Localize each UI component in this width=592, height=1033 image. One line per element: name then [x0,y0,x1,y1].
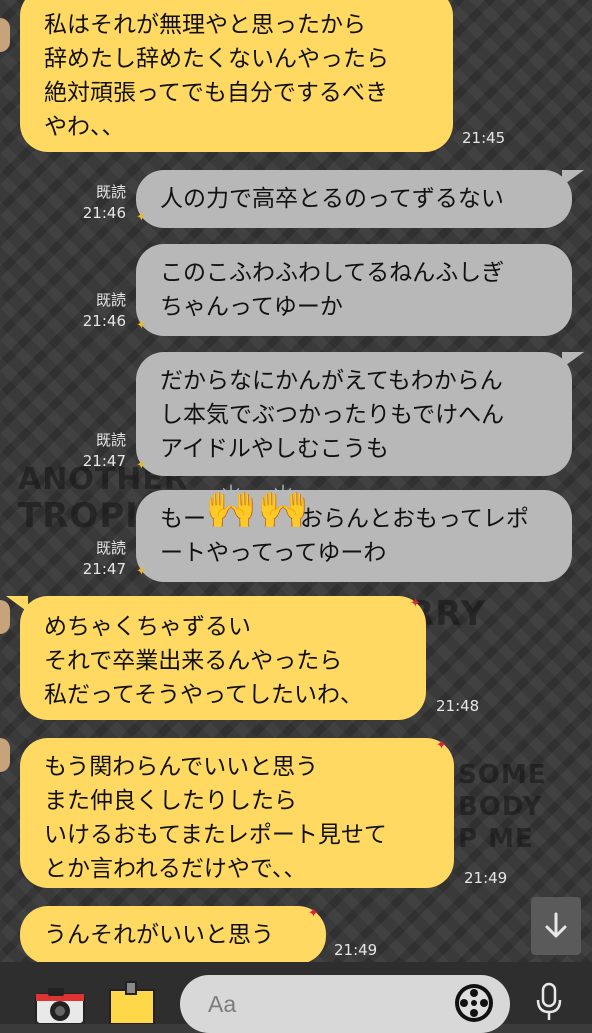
message-time: 21:48 [436,697,480,715]
message-text: 人の力で高卒とるのってずるない [160,186,504,212]
message-time: 21:49 [464,869,508,887]
sparkle-icon: ✦ [436,738,447,753]
message-text: また仲良くしたりしたら [44,788,297,814]
bubble-tail [6,596,28,612]
background-text: SOME [458,760,547,790]
camera-icon [35,988,85,1025]
sparkle-icon: ✦ [136,318,147,333]
message-text: だからなにかんがえてもわからん [160,368,503,394]
photo-icon [109,981,155,1025]
read-receipt: 既読 [95,291,126,309]
message-text: めちゃくちゃずるい [44,614,251,640]
message-input-placeholder: Aa [208,991,237,1017]
bubble-tail [562,352,584,368]
microphone-icon [536,982,562,1020]
incoming-message-bubble[interactable]: もう関わらんでいいと思う また仲良くしたりしたら いけるおもてまたレポート見せて… [20,738,454,888]
camera-button[interactable] [32,984,88,1025]
message-text: おらんとおもってレポ [300,506,529,532]
message-time: 21:47 [82,452,126,470]
message-text: それで卒業出来るんやったら [44,648,343,674]
message-time: 21:45 [462,129,506,147]
outgoing-message-bubble[interactable]: だからなにかんがえてもわからん し本気でぶつかったりもでけへん アイドルやしむこ… [136,352,572,476]
message-text: 辞めたし辞めたくないんやったら [44,46,389,72]
read-receipt: 既読 [95,183,126,201]
message-text: このこふわふわしてるねんふしぎ [160,260,505,286]
sparkle-icon: ✦ [136,210,147,225]
sender-avatar[interactable] [0,738,10,772]
read-receipt: 既読 [95,431,126,449]
sparkle-icon: ✦ [308,906,319,921]
message-text: アイドルやしむこうも [160,436,389,462]
sticker-icon [455,984,493,1022]
background-text: TROPI [18,496,139,536]
message-time: 21:46 [82,312,126,330]
microphone-button[interactable] [534,982,564,1024]
message-text: いけるおもてまたレポート見せて [44,822,387,848]
sparkle-icon: ✦ [136,458,147,473]
message-text: ートやってってゆーわ [160,540,387,566]
incoming-message-bubble[interactable]: 私はそれが無理やと思ったから 辞めたし辞めたくないんやったら 絶対頑張ってでも自… [20,0,453,152]
outgoing-message-bubble[interactable]: もー おらんとおもってレポ ートやってってゆーわ [136,490,572,582]
message-text: ちゃんってゆーか [160,294,343,320]
bubble-tail [562,170,584,186]
scroll-to-bottom-button[interactable] [531,897,581,955]
message-time: 21:49 [334,941,378,959]
raised-hands-emoji: 🙌🙌 [205,482,310,531]
background-text: BODY [458,792,543,822]
message-text: もう関わらんでいいと思う [44,754,319,780]
sender-avatar[interactable] [0,18,10,52]
read-receipt: 既読 [95,539,126,557]
message-text: もー [160,506,206,532]
message-text: とか言われるだけやで、、 [44,856,307,882]
message-text: 私はそれが無理やと思ったから [44,12,366,38]
incoming-message-bubble[interactable]: うんそれがいいと思う [20,906,326,964]
sparkle-icon: ✦ [410,596,421,611]
outgoing-message-bubble[interactable]: このこふわふわしてるねんふしぎ ちゃんってゆーか [136,244,572,336]
arrow-down-icon [545,912,567,938]
outgoing-message-bubble[interactable]: 人の力で高卒とるのってずるない [136,170,572,228]
message-time: 21:46 [82,204,126,222]
message-text: し本気でぶつかったりもでけへん [160,402,505,428]
message-text: うんそれがいいと思う [44,922,274,948]
photo-button[interactable] [104,980,160,1025]
message-text: 私だってそうやってしたいわ、 [44,682,364,708]
incoming-message-bubble[interactable]: めちゃくちゃずるい それで卒業出来るんやったら 私だってそうやってしたいわ、 [20,596,426,720]
sticker-button[interactable] [453,982,495,1024]
message-text: やわ、、 [44,114,125,140]
sparkle-icon: ✦ [136,564,147,579]
background-text: P ME [458,824,534,854]
message-text: 絶対頑張ってでも自分でするべき [44,80,388,106]
message-time: 21:47 [82,560,126,578]
